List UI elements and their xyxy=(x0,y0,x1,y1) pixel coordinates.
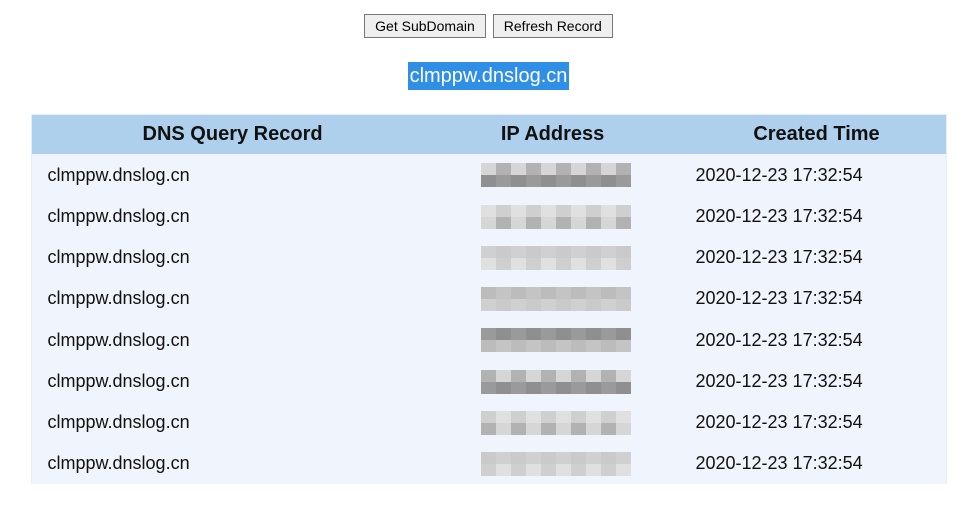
cell-ip xyxy=(434,237,672,278)
cell-dns: clmppw.dnslog.cn xyxy=(31,237,434,278)
table-row: clmppw.dnslog.cn 2020-12-23 17:32:54 xyxy=(31,154,946,195)
redacted-ip-icon xyxy=(481,328,631,352)
get-subdomain-button[interactable]: Get SubDomain xyxy=(364,14,486,38)
table-row: clmppw.dnslog.cn 2020-12-23 17:32:54 xyxy=(31,195,946,236)
redacted-ip-icon xyxy=(481,452,631,476)
cell-time: 2020-12-23 17:32:54 xyxy=(671,278,946,319)
cell-ip xyxy=(434,443,672,484)
page-root: Get SubDomain Refresh Record clmppw.dnsl… xyxy=(0,0,977,484)
cell-time: 2020-12-23 17:32:54 xyxy=(671,154,946,195)
cell-dns: clmppw.dnslog.cn xyxy=(31,195,434,236)
col-header-dns: DNS Query Record xyxy=(31,115,434,155)
cell-dns: clmppw.dnslog.cn xyxy=(31,402,434,443)
cell-dns: clmppw.dnslog.cn xyxy=(31,360,434,401)
cell-ip xyxy=(434,195,672,236)
table-row: clmppw.dnslog.cn 2020-12-23 17:32:54 xyxy=(31,443,946,484)
table-header-row: DNS Query Record IP Address Created Time xyxy=(31,115,946,155)
redacted-ip-icon xyxy=(481,205,631,229)
cell-time: 2020-12-23 17:32:54 xyxy=(671,402,946,443)
subdomain-text[interactable]: clmppw.dnslog.cn xyxy=(408,62,570,90)
table-row: clmppw.dnslog.cn 2020-12-23 17:32:54 xyxy=(31,360,946,401)
col-header-time: Created Time xyxy=(671,115,946,155)
cell-ip xyxy=(434,319,672,360)
records-table: DNS Query Record IP Address Created Time… xyxy=(31,114,947,484)
cell-time: 2020-12-23 17:32:54 xyxy=(671,360,946,401)
button-row: Get SubDomain Refresh Record xyxy=(0,14,977,38)
cell-ip xyxy=(434,154,672,195)
table-row: clmppw.dnslog.cn 2020-12-23 17:32:54 xyxy=(31,402,946,443)
table-row: clmppw.dnslog.cn 2020-12-23 17:32:54 xyxy=(31,237,946,278)
redacted-ip-icon xyxy=(481,411,631,435)
cell-ip xyxy=(434,402,672,443)
cell-time: 2020-12-23 17:32:54 xyxy=(671,443,946,484)
redacted-ip-icon xyxy=(481,246,631,270)
table-row: clmppw.dnslog.cn 2020-12-23 17:32:54 xyxy=(31,319,946,360)
col-header-ip: IP Address xyxy=(434,115,672,155)
redacted-ip-icon xyxy=(481,370,631,394)
cell-time: 2020-12-23 17:32:54 xyxy=(671,195,946,236)
cell-dns: clmppw.dnslog.cn xyxy=(31,154,434,195)
cell-time: 2020-12-23 17:32:54 xyxy=(671,319,946,360)
cell-dns: clmppw.dnslog.cn xyxy=(31,443,434,484)
redacted-ip-icon xyxy=(481,163,631,187)
cell-ip xyxy=(434,278,672,319)
cell-time: 2020-12-23 17:32:54 xyxy=(671,237,946,278)
cell-dns: clmppw.dnslog.cn xyxy=(31,278,434,319)
refresh-record-button[interactable]: Refresh Record xyxy=(493,14,613,38)
cell-dns: clmppw.dnslog.cn xyxy=(31,319,434,360)
subdomain-row: clmppw.dnslog.cn xyxy=(0,62,977,90)
table-row: clmppw.dnslog.cn 2020-12-23 17:32:54 xyxy=(31,278,946,319)
redacted-ip-icon xyxy=(481,287,631,311)
cell-ip xyxy=(434,360,672,401)
